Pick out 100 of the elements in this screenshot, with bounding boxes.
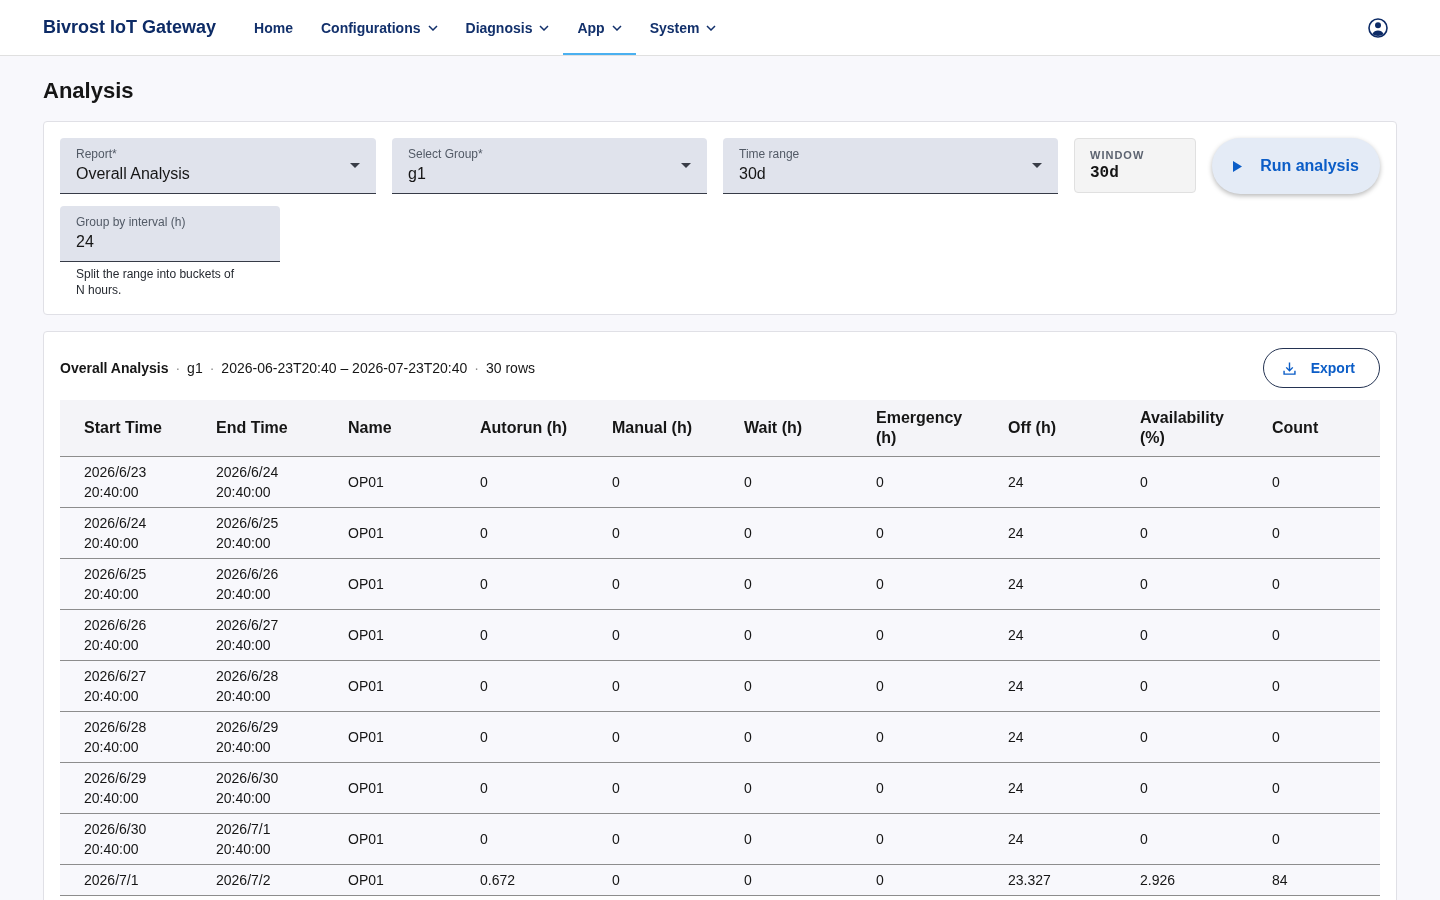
table-cell: 2026/6/26 20:40:00 [192,558,324,610]
table-cell: 0 [456,558,588,610]
table-cell: 24 [984,558,1116,610]
helper-text: Split the range into buckets of N hours. [75,266,236,298]
table-cell: 2026/6/24 20:40:00 [60,507,192,559]
nav-tab[interactable]: Home [240,0,307,55]
table-cell: 0 [852,813,984,865]
table-cell: 2026/6/25 20:40:00 [192,507,324,559]
table-cell: 0 [588,711,720,763]
nav-tab[interactable]: Configurations [306,0,452,55]
nav-tab[interactable]: App [563,0,636,55]
table-cell: 0 [1248,558,1380,610]
table-cell: 2026/6/27 20:40:00 [192,609,324,661]
table-cell: 0 [1116,660,1248,712]
table-cell: OP01 [324,660,456,712]
table-cell: 0 [456,456,588,508]
table-cell: 0 [720,813,852,865]
table-cell: 2026/6/30 20:40:00 [60,813,192,865]
select-field[interactable]: Select Group* g1 [392,138,707,194]
table-cell: 2026/6/23 20:40:00 [60,456,192,508]
table-cell: 0 [720,864,852,896]
table-cell: OP01 [324,558,456,610]
table-cell: 0 [588,507,720,559]
caret-icon [350,163,360,168]
table-cell: 2026/6/25 20:40:00 [60,558,192,610]
separator: · [209,360,215,376]
caret-icon [1032,163,1042,168]
table-cell: 0 [852,609,984,661]
table-cell: 2026/7/1 20:40:00 [192,813,324,865]
table-cell: 0 [1116,456,1248,508]
separator: · [474,360,479,376]
chevron-down-icon [706,24,717,31]
column-header: Count [1248,400,1380,457]
table-cell: 24 [984,660,1116,712]
user-icon[interactable] [1368,17,1388,38]
table-cell: OP01 [324,762,456,814]
table-cell: 0 [588,456,720,508]
table-cell: 0 [1116,813,1248,865]
play-icon [1233,160,1243,172]
window-value: 30d [1090,162,1120,184]
table-cell: 84 [1248,864,1380,896]
table-cell: 0 [588,660,720,712]
table-cell: 24 [984,507,1116,559]
summary-text: g1 [187,360,203,376]
column-header: Manual (h) [588,400,720,457]
window-label: WINDOW [1090,147,1146,162]
table-cell: OP01 [324,456,456,508]
table-cell: 2026/6/26 20:40:00 [60,609,192,661]
nav-tab[interactable]: System [635,0,731,55]
table-cell: 0 [1116,507,1248,559]
table-cell: 0 [588,558,720,610]
table-cell: 0 [456,813,588,865]
select-field[interactable]: Time range 30d [723,138,1058,194]
column-header: Wait (h) [720,400,852,457]
table-cell: 0 [456,507,588,559]
table-cell: 0 [720,711,852,763]
table-cell: 0 [852,507,984,559]
column-header: End Time [192,400,324,457]
table-cell: 0 [852,762,984,814]
table-cell: OP01 [324,864,456,896]
table-cell: 0 [1248,660,1380,712]
table-cell: OP01 [324,813,456,865]
table-cell: 0 [1248,762,1380,814]
select-field[interactable]: Report* Overall Analysis [60,138,376,194]
column-header: Availability (%) [1116,400,1248,457]
table-cell: 0 [456,609,588,661]
column-header: Off (h) [984,400,1116,457]
brand-title: Bivrost IoT Gateway [43,16,217,39]
table-cell: 0 [588,864,720,896]
table-cell: 24 [984,762,1116,814]
caret-icon [681,163,691,168]
table-cell: 0 [456,711,588,763]
separator: · [175,360,181,376]
table-cell: 0 [1248,456,1380,508]
table-cell: 2026/6/29 20:40:00 [192,711,324,763]
table-cell: 2026/6/24 20:40:00 [192,456,324,508]
table-cell: 0 [1116,558,1248,610]
table-cell: OP01 [324,609,456,661]
input-field[interactable]: Group by interval (h) 24 [60,206,280,262]
table-cell: 0 [588,762,720,814]
export-button[interactable]: Export [1262,348,1380,388]
table-cell: 0 [852,864,984,896]
table-cell: 24 [984,456,1116,508]
table-cell: 0 [1248,609,1380,661]
nav-tab[interactable]: Diagnosis [451,0,564,55]
table-cell: 0 [1116,762,1248,814]
summary-text: 2026-06-23T20:40 – 2026-07-23T20:40 [221,360,468,376]
run-analysis-button[interactable]: Run analysis [1212,138,1380,194]
table-cell: 0 [720,558,852,610]
column-header: Emergency (h) [852,400,984,457]
table-cell: OP01 [324,507,456,559]
download-icon [1281,360,1297,376]
table-cell: 0.672 [456,864,588,896]
table-cell: 0 [852,456,984,508]
table-cell: 2026/6/28 20:40:00 [192,660,324,712]
table-cell: 24 [984,813,1116,865]
page-title: Analysis [43,78,135,104]
table-cell: 23.327 [984,864,1116,896]
table-cell: 0 [588,813,720,865]
table-cell: 2026/7/2 [192,864,324,896]
